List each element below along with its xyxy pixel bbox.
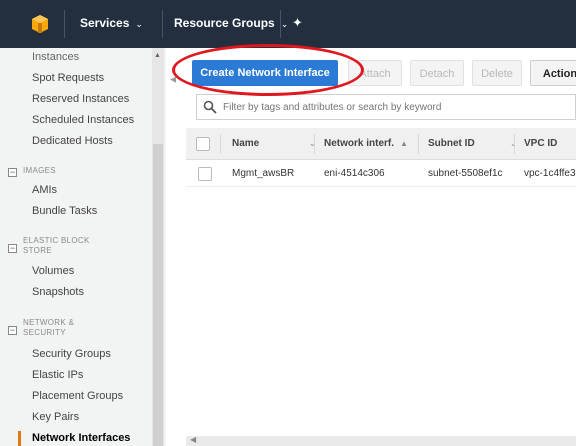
column-header-network-interface[interactable]: Network interf. ▲ [324,138,408,149]
filter-bar[interactable] [196,94,576,120]
collapse-icon[interactable]: − [8,244,17,253]
section-network-security-label: NETWORK & SECURITY [23,318,74,338]
sidebar-item-elastic-ips[interactable]: Elastic IPs [32,369,83,381]
search-icon [203,100,217,114]
column-header-name-label: Name [232,138,260,149]
scroll-up-arrow-icon[interactable]: ▲ [154,52,161,59]
table-header: Name ⌄ Network interf.▲ Subnet ID ⌄ VPC … [186,128,576,160]
section-netsec-label-line2: SECURITY [23,328,66,337]
sidebar-item-spot-requests[interactable]: Spot Requests [32,72,104,84]
sidebar-item-snapshots[interactable]: Snapshots [32,286,84,298]
collapse-icon[interactable]: − [8,326,17,335]
sort-ascending-icon: ▲ [400,139,408,148]
pin-icon[interactable]: ✦ [292,15,303,31]
active-item-marker [18,431,21,446]
chevron-down-icon: ⌄ [280,19,289,29]
highlight-ellipse [172,44,364,96]
cell-vpc-id: vpc-1c4ffe3 [524,168,576,179]
section-images-label: IMAGES [23,166,56,175]
sidebar-item-scheduled-instances[interactable]: Scheduled Instances [32,114,134,126]
sidebar-item-reserved-instances[interactable]: Reserved Instances [32,93,129,105]
row-checkbox[interactable] [198,167,212,181]
sidebar-item-security-groups[interactable]: Security Groups [32,348,111,360]
sidebar-scrollbar-thumb[interactable] [153,144,163,446]
sidebar-item-placement-groups[interactable]: Placement Groups [32,390,123,402]
main-content: Create Network Interface Attach Detach D… [176,48,576,446]
sidebar-item-volumes[interactable]: Volumes [32,265,74,277]
actions-button[interactable]: Action [530,60,576,86]
section-ebs-label: ELASTIC BLOCK STORE [23,236,90,256]
services-menu[interactable]: Services ⌄ [80,16,143,30]
column-header-name[interactable]: Name [232,138,259,149]
resource-groups-label: Resource Groups [174,16,275,30]
column-header-subnet-id-label: Subnet ID [428,138,475,149]
services-label: Services [80,16,130,30]
cell-subnet-id: subnet-5508ef1c [428,168,503,179]
sidebar-item-dedicated-hosts[interactable]: Dedicated Hosts [32,135,113,147]
column-separator [514,134,515,154]
cell-name: Mgmt_awsBR [232,168,295,179]
section-ebs-label-line1: ELASTIC BLOCK [23,236,90,245]
collapse-icon[interactable]: − [8,168,17,177]
sidebar: Instances Spot Requests Reserved Instanc… [0,48,166,446]
resource-groups-menu[interactable]: Resource Groups ⌄ [174,16,288,30]
column-header-vpc-id[interactable]: VPC ID [524,138,557,149]
column-separator [220,134,221,154]
sidebar-item-amis[interactable]: AMIs [32,184,57,196]
table-row[interactable]: Mgmt_awsBR eni-4514c306 subnet-5508ef1c … [186,161,576,187]
search-input[interactable] [223,99,563,115]
sidebar-item-network-interfaces[interactable]: Network Interfaces [32,432,130,444]
select-all-checkbox[interactable] [196,137,210,151]
column-header-network-interface-label: Network interf. [324,138,395,149]
scroll-left-arrow-icon[interactable]: ◀ [190,435,196,444]
column-separator [418,134,419,154]
cell-network-interface-id: eni-4514c306 [324,168,385,179]
nav-divider [64,10,65,38]
column-header-vpc-id-label: VPC ID [524,138,558,149]
column-separator [314,134,315,154]
sidebar-item-key-pairs[interactable]: Key Pairs [32,411,79,423]
section-ebs-label-line2: STORE [23,246,52,255]
delete-button[interactable]: Delete [472,60,522,86]
column-header-subnet-id[interactable]: Subnet ID [428,138,475,149]
section-elastic-block-store[interactable]: − ELASTIC BLOCK STORE [8,236,90,256]
section-network-security[interactable]: − NETWORK & SECURITY [8,318,74,338]
section-netsec-label-line1: NETWORK & [23,318,75,327]
chevron-down-icon: ⌄ [135,19,143,29]
horizontal-scrollbar[interactable]: ◀ [186,435,576,446]
detach-button[interactable]: Detach [410,60,464,86]
aws-cube-logo-icon[interactable] [30,14,50,34]
section-images[interactable]: − IMAGES [8,166,56,177]
sidebar-item-bundle-tasks[interactable]: Bundle Tasks [32,205,97,217]
sidebar-item-instances[interactable]: Instances [32,51,79,63]
top-nav-bar: Services ⌄ Resource Groups ⌄ ✦ [0,0,576,48]
nav-divider [280,10,281,38]
nav-divider [162,10,163,38]
